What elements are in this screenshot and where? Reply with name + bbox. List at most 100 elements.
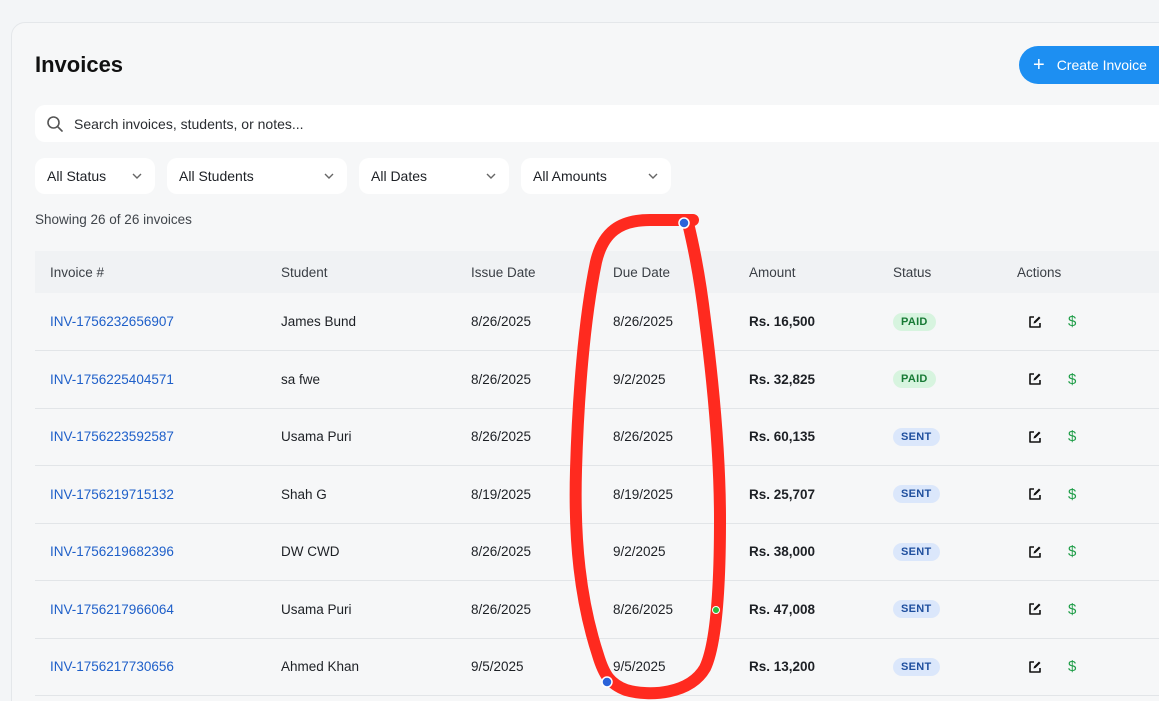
issue-date-cell: 8/26/2025	[471, 293, 613, 351]
dollar-icon[interactable]: $	[1068, 313, 1076, 330]
plus-icon: +	[1033, 54, 1045, 76]
invoices-table: Invoice # Student Issue Date Due Date Am…	[35, 251, 1159, 696]
table-row: INV-1756223592587 Usama Puri 8/26/2025 8…	[35, 408, 1159, 466]
edit-icon[interactable]	[1028, 372, 1042, 386]
amount-cell: Rs. 32,825	[749, 350, 893, 409]
chevron-down-icon	[648, 173, 658, 179]
chevron-down-icon	[132, 173, 142, 179]
invoice-number-cell: INV-1756225404571	[35, 350, 281, 409]
status-filter-label: All Status	[47, 168, 107, 184]
row-actions: $	[1017, 543, 1159, 560]
status-badge: SENT	[893, 485, 940, 504]
invoice-count: Showing 26 of 26 invoices	[35, 212, 192, 227]
issue-date-cell: 8/26/2025	[471, 523, 613, 581]
invoice-link[interactable]: INV-1756219682396	[50, 544, 174, 559]
actions-cell: $	[1017, 580, 1159, 639]
column-due-date[interactable]: Due Date	[613, 251, 749, 293]
status-cell: SENT	[893, 465, 1017, 524]
invoice-number-cell: INV-1756219682396	[35, 523, 281, 581]
table-row: INV-1756217730656 Ahmed Khan 9/5/2025 9/…	[35, 638, 1159, 696]
actions-cell: $	[1017, 523, 1159, 581]
chevron-down-icon	[324, 173, 334, 179]
status-badge: SENT	[893, 427, 940, 446]
dollar-icon[interactable]: $	[1068, 428, 1076, 445]
issue-date-cell: 8/26/2025	[471, 580, 613, 639]
search-input[interactable]	[74, 115, 674, 132]
dollar-icon[interactable]: $	[1068, 658, 1076, 675]
table-row: INV-1756225404571 sa fwe 8/26/2025 9/2/2…	[35, 350, 1159, 409]
actions-cell: $	[1017, 408, 1159, 466]
status-filter[interactable]: All Status	[35, 158, 155, 194]
status-badge: SENT	[893, 600, 940, 619]
status-cell: SENT	[893, 580, 1017, 639]
amount-filter[interactable]: All Amounts	[521, 158, 671, 194]
status-cell: SENT	[893, 408, 1017, 466]
edit-icon[interactable]	[1028, 660, 1042, 674]
invoice-link[interactable]: INV-1756232656907	[50, 314, 174, 329]
amount-cell: Rs. 60,135	[749, 408, 893, 466]
due-date-cell: 8/26/2025	[613, 293, 749, 351]
invoice-link[interactable]: INV-1756223592587	[50, 429, 174, 444]
status-badge: SENT	[893, 542, 940, 561]
create-invoice-label: Create Invoice	[1056, 57, 1147, 73]
issue-date-cell: 8/26/2025	[471, 408, 613, 466]
column-issue-date[interactable]: Issue Date	[471, 251, 613, 293]
student-cell: sa fwe	[281, 350, 471, 409]
amount-cell: Rs. 16,500	[749, 293, 893, 351]
dollar-icon[interactable]: $	[1068, 486, 1076, 503]
status-cell: PAID	[893, 350, 1017, 409]
actions-cell: $	[1017, 350, 1159, 409]
status-cell: PAID	[893, 293, 1017, 351]
column-amount[interactable]: Amount	[749, 251, 893, 293]
invoice-number-cell: INV-1756232656907	[35, 293, 281, 351]
date-filter[interactable]: All Dates	[359, 158, 509, 194]
student-cell: Ahmed Khan	[281, 638, 471, 696]
row-actions: $	[1017, 428, 1159, 445]
row-actions: $	[1017, 371, 1159, 388]
student-cell: James Bund	[281, 293, 471, 351]
edit-icon[interactable]	[1028, 487, 1042, 501]
actions-cell: $	[1017, 293, 1159, 351]
invoice-link[interactable]: INV-1756217730656	[50, 659, 174, 674]
date-filter-label: All Dates	[371, 168, 428, 184]
search-icon	[47, 115, 63, 132]
page-title: Invoices	[35, 52, 124, 77]
due-date-cell: 8/26/2025	[613, 408, 749, 466]
due-date-cell: 9/2/2025	[613, 350, 749, 409]
dollar-icon[interactable]: $	[1068, 371, 1076, 388]
status-badge: PAID	[893, 312, 936, 331]
row-actions: $	[1017, 313, 1159, 330]
column-invoice-number[interactable]: Invoice #	[35, 251, 281, 293]
student-cell: Shah G	[281, 465, 471, 524]
amount-cell: Rs. 47,008	[749, 580, 893, 639]
amount-cell: Rs. 25,707	[749, 465, 893, 524]
invoice-number-cell: INV-1756219715132	[35, 465, 281, 524]
amount-filter-label: All Amounts	[533, 168, 607, 184]
status-cell: SENT	[893, 638, 1017, 696]
status-badge: PAID	[893, 370, 936, 389]
dollar-icon[interactable]: $	[1068, 543, 1076, 560]
table-row: INV-1756219682396 DW CWD 8/26/2025 9/2/2…	[35, 523, 1159, 581]
issue-date-cell: 8/26/2025	[471, 350, 613, 409]
status-badge: SENT	[893, 657, 940, 676]
invoice-link[interactable]: INV-1756225404571	[50, 372, 174, 387]
edit-icon[interactable]	[1028, 315, 1042, 329]
table-header-row: Invoice # Student Issue Date Due Date Am…	[35, 251, 1159, 293]
invoice-number-cell: INV-1756223592587	[35, 408, 281, 466]
column-student[interactable]: Student	[281, 251, 471, 293]
student-filter[interactable]: All Students	[167, 158, 347, 194]
invoice-number-cell: INV-1756217730656	[35, 638, 281, 696]
create-invoice-button[interactable]: + Create Invoice	[1019, 46, 1159, 84]
actions-cell: $	[1017, 465, 1159, 524]
edit-icon[interactable]	[1028, 602, 1042, 616]
student-filter-label: All Students	[179, 168, 254, 184]
invoice-link[interactable]: INV-1756219715132	[50, 487, 174, 502]
dollar-icon[interactable]: $	[1068, 601, 1076, 618]
invoice-link[interactable]: INV-1756217966064	[50, 602, 174, 617]
row-actions: $	[1017, 658, 1159, 675]
column-status[interactable]: Status	[893, 251, 1017, 293]
search-bar[interactable]	[35, 105, 1159, 142]
student-cell: Usama Puri	[281, 580, 471, 639]
edit-icon[interactable]	[1028, 545, 1042, 559]
edit-icon[interactable]	[1028, 430, 1042, 444]
